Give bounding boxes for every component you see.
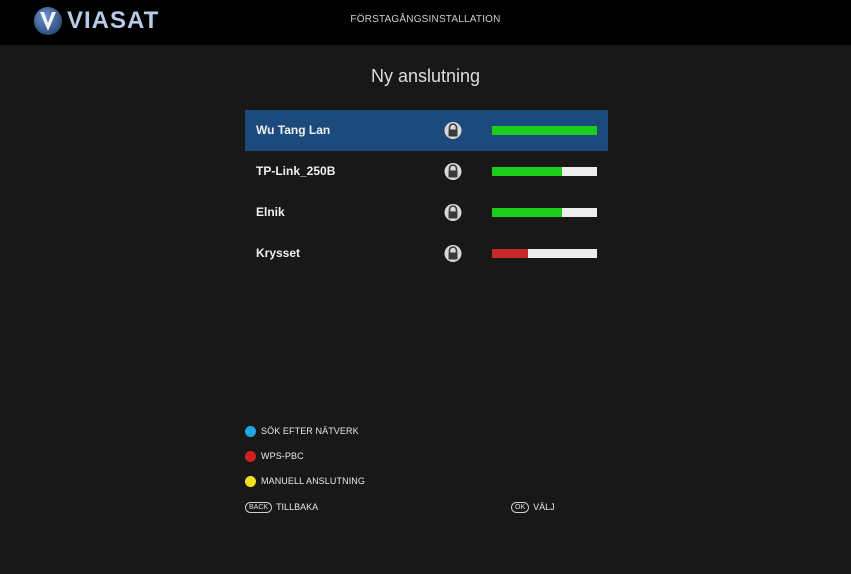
lock-icon — [444, 162, 462, 181]
network-name: Elnik — [256, 205, 285, 219]
back-label: TILLBAKA — [276, 502, 319, 512]
network-name: Wu Tang Lan — [256, 123, 331, 137]
red-key-icon — [245, 450, 256, 462]
signal-strength-fill — [492, 167, 563, 176]
network-list: Wu Tang Lan TP-Link_250B Elnik Krysset — [245, 110, 608, 274]
legend-label: SÖK EFTER NÄTVERK — [261, 426, 359, 436]
signal-strength-fill — [492, 249, 528, 258]
signal-strength-bar — [492, 167, 597, 176]
signal-strength-fill — [492, 208, 563, 217]
lock-icon — [444, 244, 462, 263]
network-row[interactable]: TP-Link_250B — [245, 151, 608, 192]
top-bar: VIASAT FÖRSTAGÅNGSINSTALLATION — [0, 0, 851, 45]
network-row[interactable]: Elnik — [245, 192, 608, 233]
legend-label: MANUELL ANSLUTNING — [261, 476, 365, 486]
blue-key-icon — [245, 425, 256, 437]
network-name: TP-Link_250B — [256, 164, 336, 178]
page-title: Ny anslutning — [370, 66, 481, 86]
legend-manual-connection[interactable]: MANUELL ANSLUTNING — [245, 474, 365, 488]
signal-strength-bar — [492, 208, 597, 217]
lock-icon — [444, 121, 462, 140]
ok-hint[interactable]: OK VÄLJ — [511, 500, 555, 514]
ok-key-icon: OK — [511, 501, 530, 513]
network-row[interactable]: Krysset — [245, 233, 608, 274]
back-hint[interactable]: BACK TILLBAKA — [245, 500, 318, 514]
legend-wps-pbc[interactable]: WPS-PBC — [245, 449, 304, 463]
ok-label: VÄLJ — [533, 502, 555, 512]
back-key-icon: BACK — [245, 501, 273, 513]
screen-title: FÖRSTAGÅNGSINSTALLATION — [350, 14, 501, 25]
legend-label: WPS-PBC — [261, 451, 304, 461]
lock-icon — [444, 203, 462, 222]
yellow-key-icon — [245, 475, 256, 487]
network-name: Krysset — [256, 246, 301, 260]
signal-strength-bar — [492, 249, 597, 258]
signal-strength-bar — [492, 126, 597, 135]
legend-search-networks[interactable]: SÖK EFTER NÄTVERK — [245, 424, 359, 438]
signal-strength-fill — [492, 126, 597, 135]
network-row[interactable]: Wu Tang Lan — [245, 110, 608, 151]
